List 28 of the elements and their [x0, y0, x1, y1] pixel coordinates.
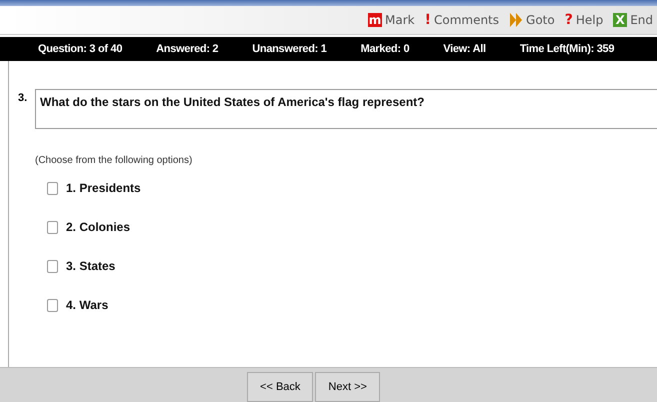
checkbox[interactable] [47, 260, 58, 272]
checkbox[interactable] [47, 220, 58, 234]
toolbar-button[interactable]: X End [609, 13, 657, 27]
status-text: Marked: 0 [360, 43, 410, 55]
nav-button[interactable]: Next >> [315, 372, 380, 402]
status-text: Unanswered: 1 [252, 43, 327, 55]
toolbar-icon: X [613, 13, 628, 27]
status-text: View: All [443, 43, 486, 55]
answer-option[interactable]: 4. Wars [47, 295, 657, 315]
question-number: 3. [17, 91, 28, 104]
toolbar-icon: m [368, 13, 382, 27]
toolbar-button[interactable]: ? Help [560, 12, 608, 28]
answer-option[interactable]: 1. Presidents [47, 178, 657, 198]
checkbox[interactable] [47, 182, 58, 194]
status-text: Question: 3 of 40 [38, 43, 122, 55]
toolbar-button[interactable]: Goto [505, 12, 559, 28]
question-text: What do the stars on the United States of America's flag represent? [35, 89, 657, 129]
answer-option[interactable]: 3. States [47, 256, 657, 276]
toolbar-icon: ! [424, 12, 431, 28]
toolbar-button[interactable]: m Mark [364, 13, 419, 27]
status-text: Time Left(Min): 359 [520, 43, 614, 55]
toolbar-button[interactable]: ! Comments [420, 12, 504, 28]
nav-button[interactable]: << Back [247, 372, 314, 402]
instruction-text: (Choose from the following options) [35, 155, 194, 166]
checkbox[interactable] [47, 298, 58, 312]
toolbar-icon: ? [564, 12, 573, 28]
status-text: Answered: 2 [156, 43, 218, 55]
answer-option[interactable]: 2. Colonies [47, 217, 657, 237]
